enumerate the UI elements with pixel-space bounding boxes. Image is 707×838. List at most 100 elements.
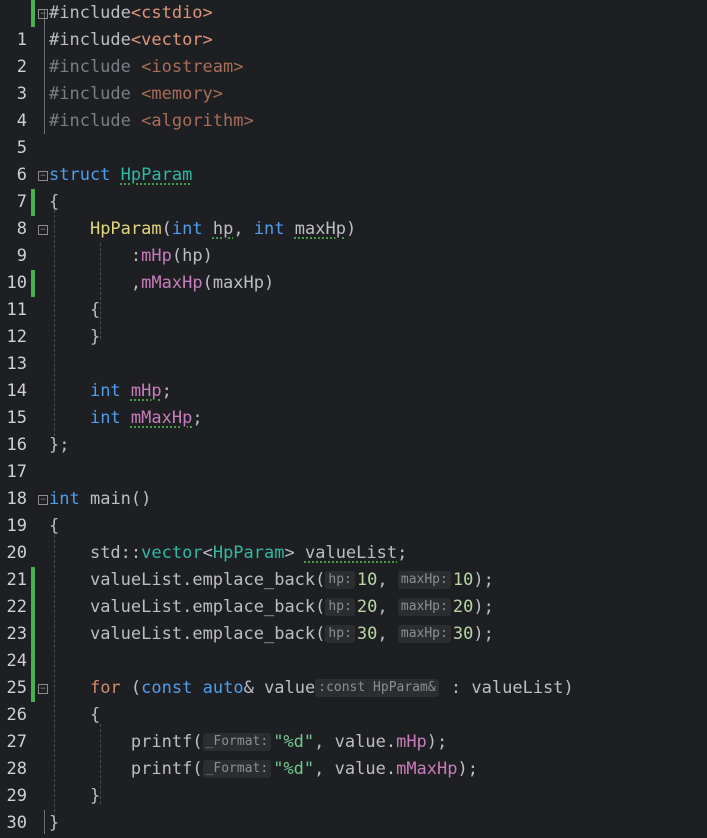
code-line[interactable]: 6 (0, 135, 707, 185)
code-line[interactable]: 24 valueList.emplace_back(hp: 30, maxHp: 3… (0, 621, 707, 671)
code-line[interactable]: 27 { (0, 702, 707, 752)
punctuation: { (89, 705, 101, 725)
punctuation: { (89, 300, 101, 320)
fold-icon[interactable]: − (38, 9, 48, 19)
fold-icon[interactable]: − (38, 171, 48, 181)
include-directive: #include (49, 30, 131, 50)
code-line[interactable]: 23 valueList.emplace_back(hp: 20, maxHp: 2… (0, 594, 707, 644)
parameter-hint: hp: (325, 598, 355, 616)
punctuation: ); (457, 759, 478, 779)
function-name: printf (130, 759, 193, 779)
punctuation: ( (315, 570, 326, 590)
code-line[interactable]: 15 int mHp; (0, 378, 707, 428)
fold-icon[interactable]: − (38, 225, 48, 235)
punctuation: ) (563, 678, 574, 698)
code-line[interactable]: 8 { (0, 189, 707, 239)
type-name: HpParam (120, 165, 193, 185)
punctuation: ( (130, 678, 142, 698)
code-line[interactable]: 2 #include<vector> (0, 27, 707, 77)
keyword: auto (202, 678, 244, 698)
punctuation: ) (264, 273, 275, 293)
punctuation: , (377, 597, 388, 617)
code-line[interactable]: 17 }; (0, 432, 707, 482)
variable: valueList (304, 543, 398, 563)
parameter: maxHp (212, 273, 264, 293)
include-directive: #include (49, 84, 131, 104)
type-name: vector (141, 543, 203, 563)
parameter-hint: _Format: (202, 760, 272, 778)
code-line[interactable]: 9 − HpParam(int hp, int maxHp) (0, 216, 707, 266)
change-marker (31, 648, 35, 675)
include-directive: #include (49, 3, 131, 23)
code-line[interactable]: 7 − struct HpParam (0, 162, 707, 212)
fold-icon[interactable]: − (38, 684, 48, 694)
code-line[interactable]: 28 printf(_Format: "%d", value.mHp); (0, 729, 707, 779)
variable: value (334, 759, 386, 779)
field: mHp (396, 732, 427, 752)
punctuation: ; (192, 408, 203, 428)
punctuation: () (130, 489, 152, 509)
punctuation: , (130, 273, 142, 293)
field: mHp (141, 246, 172, 266)
code-line[interactable]: 16 int mMaxHp; (0, 405, 707, 455)
punctuation: ( (161, 219, 172, 239)
punctuation: } (89, 327, 101, 347)
include-header: <algorithm> (141, 111, 254, 131)
include-header: <memory> (141, 84, 224, 104)
change-marker (31, 621, 35, 648)
punctuation: ; (397, 543, 408, 563)
code-line[interactable]: 22 valueList.emplace_back(hp: 10, maxHp: 1… (0, 567, 707, 617)
code-line[interactable]: 1 − #include<cstdio> (0, 0, 707, 50)
variable: valueList (89, 570, 183, 590)
punctuation: { (49, 516, 60, 536)
code-line[interactable]: 13 } (0, 324, 707, 374)
code-line[interactable]: 3 #include <iostream> (0, 54, 707, 104)
code-line[interactable]: 26 − for (const auto& value:const HpPara… (0, 675, 707, 725)
code-line[interactable]: 11 ,mMaxHp(maxHp) (0, 270, 707, 320)
code-editor[interactable]: 1 − #include<cstdio> 2 #include<vector> … (0, 0, 707, 838)
punctuation: ( (192, 759, 203, 779)
code-line[interactable]: 25 (0, 648, 707, 698)
code-line[interactable]: 21 std::vector<HpParam> valueList; (0, 540, 707, 590)
punctuation: . (182, 597, 193, 617)
code-line[interactable]: 12 { (0, 297, 707, 347)
punctuation: ); (426, 732, 448, 752)
number: 20 (356, 597, 378, 617)
string-literal: "%d" (273, 732, 315, 752)
change-marker (31, 270, 35, 297)
parameter-hint: _Format: (202, 733, 272, 751)
include-header: <vector> (130, 30, 213, 50)
number: 10 (452, 570, 474, 590)
code-line[interactable]: 4 #include <memory> (0, 81, 707, 131)
punctuation: ); (473, 597, 494, 617)
field: mMaxHp (396, 759, 458, 779)
punctuation: } (49, 813, 60, 833)
change-marker (31, 189, 35, 216)
punctuation: . (385, 759, 397, 779)
code-line[interactable]: 10 :mHp(hp) (0, 243, 707, 293)
punctuation: ); (473, 624, 494, 644)
code-line[interactable]: 14 (0, 351, 707, 401)
variable: value (264, 678, 316, 698)
code-line[interactable]: 20 { (0, 513, 707, 563)
code-line[interactable]: 19 − int main() (0, 486, 707, 536)
parameter-hint: hp: (325, 625, 355, 643)
field: mMaxHp (130, 408, 193, 428)
code-line[interactable]: 30 } (0, 783, 707, 833)
type-name: HpParam (212, 543, 285, 563)
code-line[interactable]: 18 (0, 459, 707, 509)
parameter-hint: maxHp: (397, 571, 451, 589)
code-line[interactable]: 29 printf(_Format: "%d", value.mMaxHp); (0, 756, 707, 806)
punctuation: : (130, 246, 142, 266)
function-name: main (89, 489, 131, 509)
code-line[interactable]: 5 #include <algorithm> (0, 108, 707, 158)
keyword: int (253, 219, 285, 239)
punctuation: > (284, 543, 295, 563)
keyword: int (171, 219, 203, 239)
code-line[interactable]: 31 } (0, 810, 707, 837)
variable: valueList (89, 624, 183, 644)
number: 20 (452, 597, 474, 617)
parameter: hp (182, 246, 203, 266)
keyword: int (89, 408, 121, 428)
fold-icon[interactable]: − (38, 495, 48, 505)
